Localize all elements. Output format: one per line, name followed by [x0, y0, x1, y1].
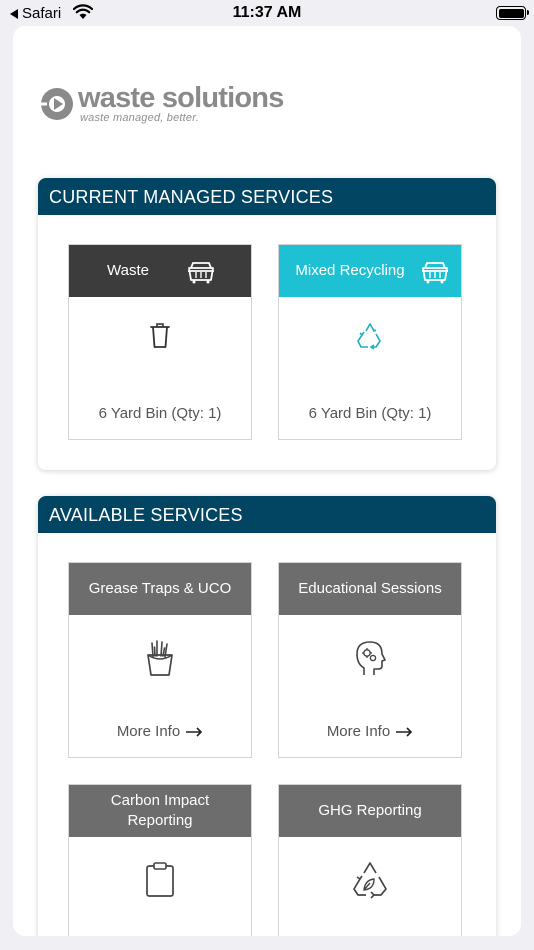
card-title: Carbon Impact Reporting	[110, 792, 210, 829]
card-title: Grease Traps & UCO	[88, 580, 232, 597]
panel-title: AVAILABLE SERVICES	[38, 496, 496, 533]
recycle-leaf-icon	[353, 862, 387, 899]
head-gears-icon	[356, 641, 386, 675]
card-header: Waste	[69, 245, 251, 297]
service-card-grease-traps[interactable]: Grease Traps & UCO More Info	[68, 562, 252, 758]
current-services-panel: CURRENT MANAGED SERVICES Waste 6 Yard Bi…	[38, 178, 496, 470]
clipboard-icon	[146, 862, 174, 897]
trash-can-icon	[150, 323, 170, 348]
dumpster-icon	[422, 262, 448, 284]
arrow-right-icon	[396, 726, 413, 737]
panel-title: CURRENT MANAGED SERVICES	[38, 178, 496, 215]
logo-name: waste solutions	[78, 82, 284, 114]
fries-icon	[147, 640, 173, 676]
card-header: Mixed Recycling	[279, 245, 461, 297]
more-info-link[interactable]: More Info	[279, 723, 461, 740]
service-card-carbon-impact[interactable]: Carbon Impact Reporting	[68, 784, 252, 936]
card-header: Carbon Impact Reporting	[69, 785, 251, 837]
card-header: Educational Sessions	[279, 563, 461, 615]
status-bar: Safari 11:37 AM	[0, 0, 534, 28]
card-header: GHG Reporting	[279, 785, 461, 837]
link-label: More Info	[326, 723, 391, 740]
logo-mark-icon	[41, 88, 73, 120]
card-title: Waste	[107, 262, 149, 279]
card-header: Grease Traps & UCO	[69, 563, 251, 615]
status-time: 11:37 AM	[232, 4, 302, 21]
arrow-right-icon	[186, 726, 203, 737]
sheet: waste solutions waste managed, better. C…	[13, 26, 521, 936]
card-title: Educational Sessions	[298, 580, 442, 597]
more-info-link[interactable]: More Info	[69, 723, 251, 740]
available-services-panel: AVAILABLE SERVICES Grease Traps & UCO Mo…	[38, 496, 496, 936]
service-card-educational-sessions[interactable]: Educational Sessions More Info	[278, 562, 462, 758]
card-detail: 6 Yard Bin (Qty: 1)	[308, 405, 432, 422]
dumpster-icon	[188, 262, 214, 284]
battery-icon	[496, 6, 529, 20]
service-card-ghg-reporting[interactable]: GHG Reporting	[278, 784, 462, 936]
card-title: Mixed Recycling	[295, 262, 405, 279]
service-card-waste[interactable]: Waste 6 Yard Bin (Qty: 1)	[68, 244, 252, 440]
service-card-mixed-recycling[interactable]: Mixed Recycling 6 Yard Bin (Qty: 1)	[278, 244, 462, 440]
card-title: GHG Reporting	[318, 802, 422, 819]
card-detail: 6 Yard Bin (Qty: 1)	[98, 405, 222, 422]
recycle-icon	[357, 323, 381, 350]
company-logo: waste solutions waste managed, better.	[40, 84, 284, 124]
link-label: More Info	[116, 723, 181, 740]
